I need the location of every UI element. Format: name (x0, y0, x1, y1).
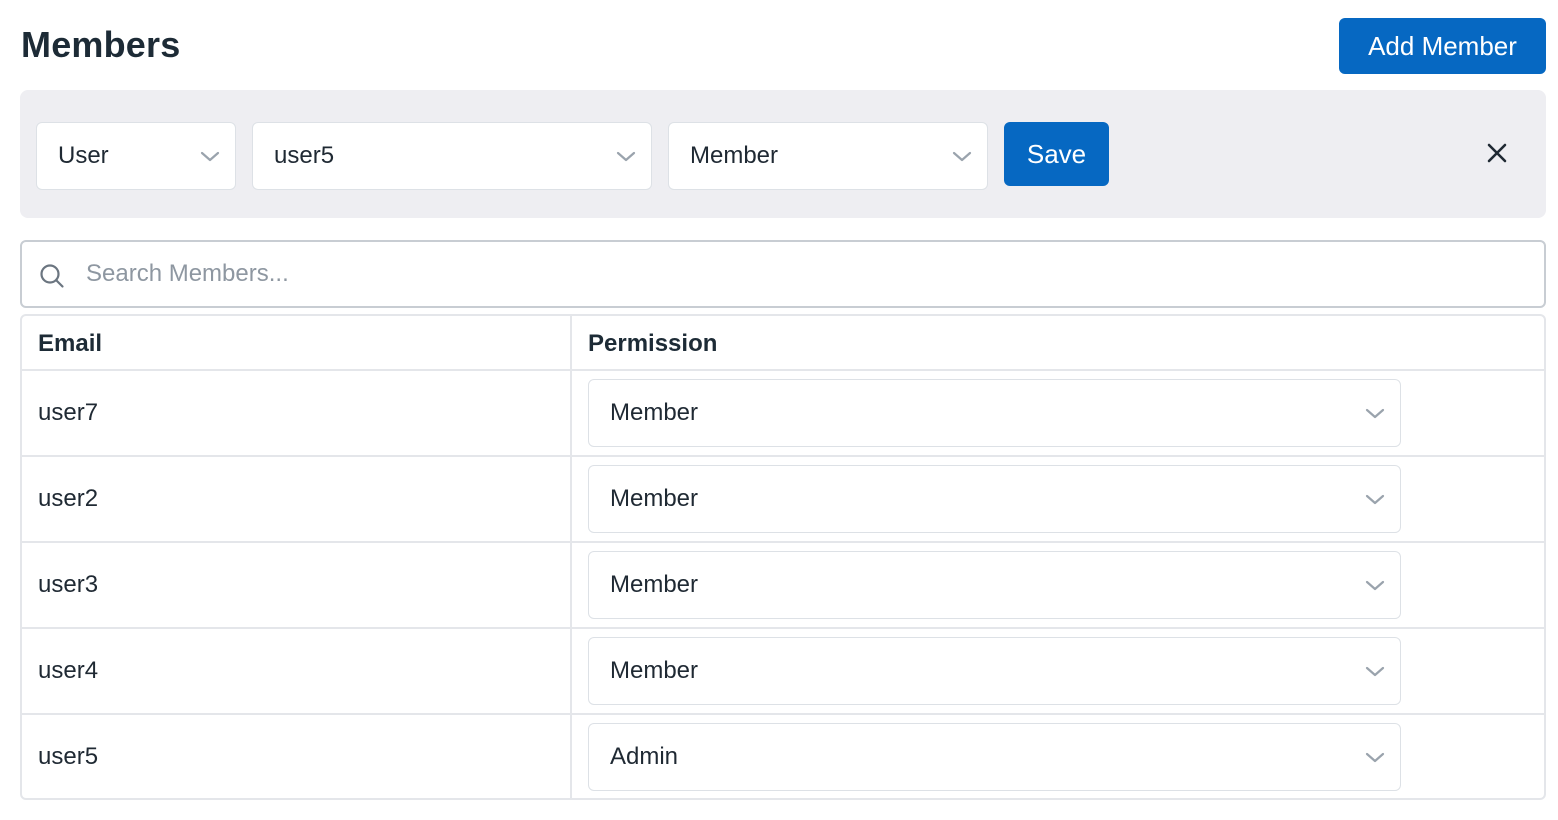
column-header-email: Email (38, 329, 103, 357)
chevron-down-icon (1365, 666, 1385, 677)
row-permission-select[interactable]: Admin (588, 723, 1401, 791)
close-button[interactable] (1482, 138, 1512, 168)
chevron-down-icon (1365, 752, 1385, 763)
column-header-permission: Permission (588, 329, 718, 357)
row-email: user2 (38, 485, 99, 512)
member-editor-panel: User user5 Member Save (20, 90, 1546, 218)
save-button[interactable]: Save (1004, 122, 1109, 186)
chevron-down-icon (200, 151, 220, 162)
search-input[interactable] (86, 242, 1526, 306)
row-permission-select[interactable]: Member (588, 637, 1401, 705)
chevron-down-icon (1365, 580, 1385, 591)
close-icon (1487, 143, 1507, 163)
row-permission-value: Member (610, 485, 699, 512)
row-permission-value: Member (610, 657, 699, 684)
user-select-value: user5 (274, 142, 335, 169)
chevron-down-icon (616, 151, 636, 162)
row-permission-select[interactable]: Member (588, 465, 1401, 533)
row-email: user7 (38, 399, 99, 426)
search-bar (20, 240, 1546, 308)
table-row: user3 Member (22, 543, 1544, 629)
permission-select-value: Member (690, 142, 779, 169)
table-row: user4 Member (22, 629, 1544, 715)
row-email: user4 (38, 657, 99, 684)
chevron-down-icon (952, 151, 972, 162)
search-icon (40, 264, 64, 288)
row-permission-value: Member (610, 571, 699, 598)
row-permission-value: Admin (610, 743, 679, 770)
row-permission-value: Member (610, 399, 699, 426)
user-select[interactable]: user5 (252, 122, 652, 190)
row-email: user5 (38, 743, 99, 770)
table-header: Email Permission (22, 316, 1544, 371)
row-permission-select[interactable]: Member (588, 379, 1401, 447)
member-type-select[interactable]: User (36, 122, 236, 190)
table-row: user7 Member (22, 371, 1544, 457)
add-member-button[interactable]: Add Member (1339, 18, 1546, 74)
chevron-down-icon (1365, 408, 1385, 419)
members-table: Email Permission user7 Member user2 Memb… (20, 314, 1546, 800)
permission-select[interactable]: Member (668, 122, 988, 190)
table-row: user5 Admin (22, 715, 1544, 801)
row-email: user3 (38, 571, 99, 598)
chevron-down-icon (1365, 494, 1385, 505)
row-permission-select[interactable]: Member (588, 551, 1401, 619)
member-type-value: User (58, 142, 109, 169)
page-title: Members (21, 24, 181, 65)
table-row: user2 Member (22, 457, 1544, 543)
